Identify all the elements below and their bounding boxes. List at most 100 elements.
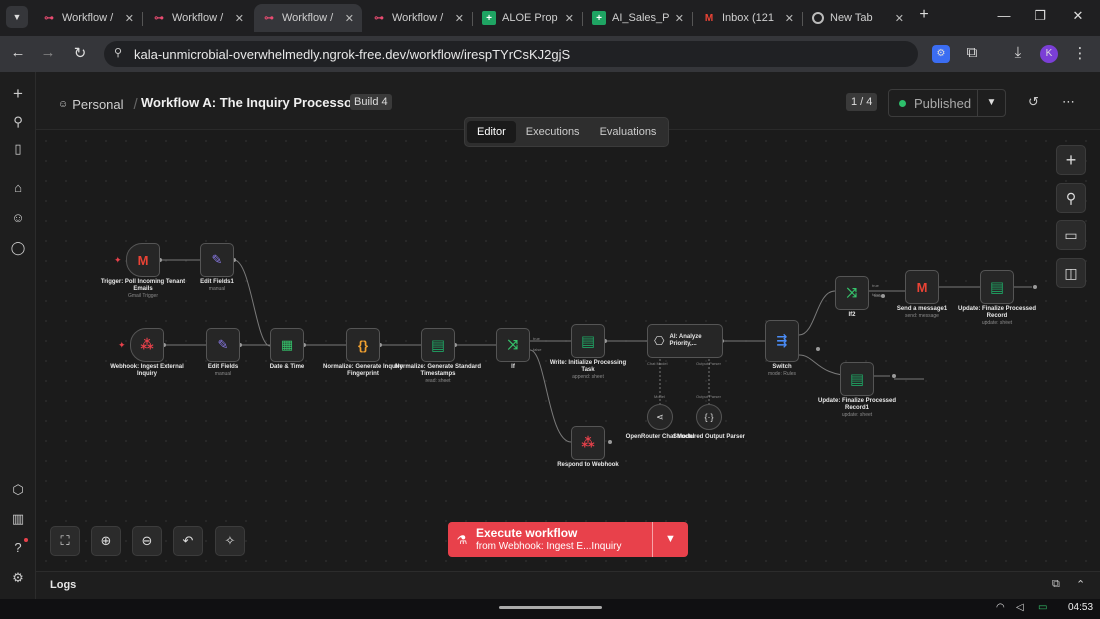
browser-tab-4[interactable]: ⊶ Workflow / ✕ [364, 4, 472, 32]
zoom-in-button[interactable]: ⊕ [91, 526, 121, 556]
breadcrumb[interactable]: ☺ Personal / [58, 96, 138, 113]
node-if[interactable]: ⤨ [496, 328, 530, 362]
side-panel-button[interactable]: ◫ [1056, 258, 1086, 288]
minimize-icon[interactable]: — [994, 8, 1014, 23]
new-tab-icon[interactable]: + [914, 6, 934, 24]
breadcrumb-project[interactable]: Personal [72, 97, 123, 112]
logs-panel-bar[interactable]: Logs ⧉ ⌃ [36, 571, 1100, 599]
close-icon[interactable]: ✕ [785, 12, 794, 25]
node-normalize-timestamps[interactable]: ▤ [421, 328, 455, 362]
fit-view-button[interactable]: ⛶ [50, 526, 80, 556]
port-label-false: false [533, 347, 542, 352]
home-handle[interactable] [499, 606, 602, 609]
browser-tab-2[interactable]: ⊶ Workflow / ✕ [144, 4, 252, 32]
node-webhook[interactable]: ⁂ [130, 328, 164, 362]
more-options-icon[interactable]: ⋯ [1062, 94, 1075, 110]
node-subtitle: read: sheet [425, 378, 451, 384]
add-icon[interactable]: + [8, 84, 28, 104]
node-respond-webhook[interactable]: ⁂ [571, 426, 605, 460]
settings-gear-icon[interactable]: ⚙ [8, 568, 28, 588]
node-update-finalize1[interactable]: ▤ [840, 362, 874, 396]
download-icon[interactable]: ⤓ [1008, 44, 1028, 61]
search-icon[interactable]: ⚲ [8, 112, 28, 132]
address-bar[interactable]: ⚲ kala-unmicrobial-overwhelmedly.ngrok-f… [104, 41, 918, 67]
extensions-puzzle-icon[interactable]: ⧉ [962, 44, 982, 61]
battery-icon: ▭ [1038, 602, 1048, 613]
close-icon[interactable]: ✕ [675, 12, 684, 25]
site-info-icon[interactable]: ⚲ [114, 46, 122, 59]
undo-button[interactable]: ↶ [173, 526, 203, 556]
close-icon[interactable]: ✕ [235, 12, 244, 25]
packages-icon[interactable]: ⬡ [8, 480, 28, 500]
browser-tab-1[interactable]: ⊶ Workflow / ✕ [34, 4, 142, 32]
tab-separator [692, 12, 693, 26]
chevron-down-icon[interactable]: ▼ [652, 522, 688, 557]
history-icon[interactable]: ↺ [1028, 94, 1039, 110]
workflow-title[interactable]: Workflow A: The Inquiry Processor [141, 95, 357, 110]
node-date-time[interactable]: ▦ [270, 328, 304, 362]
node-normalize-fingerprint[interactable]: {} [346, 328, 380, 362]
tidy-up-button[interactable]: ✧ [215, 526, 245, 556]
code-braces-icon: {} [357, 337, 369, 353]
insights-chart-icon[interactable]: ▥ [8, 509, 28, 529]
node-edit-fields1[interactable]: ✎ [200, 243, 234, 277]
wifi-icon: ◠ [996, 602, 1005, 613]
node-ai-analyze[interactable]: ⎔ AI: Analyze Priority,... [647, 324, 723, 358]
workflow-canvas[interactable]: Editor Executions Evaluations ✦ ✦ M Trig… [36, 117, 1100, 571]
webhook-icon: ⁂ [581, 435, 595, 450]
sticky-note-button[interactable]: ▭ [1056, 220, 1086, 250]
panel-toggle-icon[interactable]: ▯ [8, 139, 28, 159]
n8n-icon: ⊶ [154, 12, 164, 24]
execute-workflow-button[interactable]: ⚗ Execute workflow from Webhook: Ingest … [448, 522, 688, 557]
browser-tab-7[interactable]: M Inbox (121 ✕ [694, 4, 802, 32]
node-output-parser[interactable]: {·} [696, 404, 722, 430]
node-if2[interactable]: ⤨ [835, 276, 869, 310]
tab-label: Workflow / [282, 12, 334, 24]
forward-icon[interactable]: → [38, 44, 58, 61]
extension-icon[interactable]: ⚙ [932, 45, 950, 63]
publish-button[interactable]: Published ▼ [888, 89, 1006, 117]
chat-icon[interactable]: ◯ [8, 238, 28, 258]
close-icon[interactable]: ✕ [345, 12, 354, 25]
user-icon[interactable]: ☺ [8, 208, 28, 228]
reload-icon[interactable]: ↻ [70, 44, 90, 62]
sheets-icon: ▤ [989, 279, 1005, 296]
profile-avatar[interactable]: K [1040, 45, 1058, 63]
close-icon[interactable]: ✕ [565, 12, 574, 25]
browser-tab-strip: ▼ ⊶ Workflow / ✕ ⊶ Workflow / ✕ ⊶ Workfl… [0, 0, 1100, 36]
add-node-button[interactable]: + [1056, 145, 1086, 175]
close-icon[interactable]: ✕ [895, 12, 904, 25]
chevron-up-icon[interactable]: ⌃ [1076, 578, 1085, 591]
browser-tab-3-active[interactable]: ⊶ Workflow / ✕ [254, 4, 362, 32]
close-icon[interactable]: ✕ [125, 12, 134, 25]
node-subtitle: update: sheet [841, 412, 873, 418]
tab-label: Workflow / [172, 12, 224, 24]
browser-menu-icon[interactable]: ⋮ [1070, 44, 1090, 62]
node-gmail-trigger[interactable]: M [126, 243, 160, 277]
search-nodes-button[interactable]: ⚲ [1056, 183, 1086, 213]
restore-icon[interactable]: ❐ [1030, 8, 1050, 24]
node-write-task[interactable]: ▤ [571, 324, 605, 358]
robot-icon: ⎔ [654, 334, 665, 348]
zoom-out-button[interactable]: ⊖ [132, 526, 162, 556]
close-icon[interactable]: ✕ [455, 12, 464, 25]
tab-separator [582, 12, 583, 26]
popout-icon[interactable]: ⧉ [1052, 578, 1060, 591]
node-send-message[interactable]: M [905, 270, 939, 304]
browser-tab-6[interactable]: + AI_Sales_P ✕ [584, 4, 692, 32]
publish-label: Published [914, 95, 972, 111]
node-switch[interactable]: ⇶ [765, 320, 799, 362]
braces-icon: {·} [704, 412, 714, 422]
node-edit-fields[interactable]: ✎ [206, 328, 240, 362]
window-close-icon[interactable]: ✕ [1068, 8, 1088, 24]
tab-search-icon[interactable]: ▼ [6, 6, 28, 28]
chevron-down-icon[interactable]: ▼ [977, 90, 1005, 116]
switch-route-icon: ⇶ [776, 333, 788, 348]
node-update-finalize[interactable]: ▤ [980, 270, 1014, 304]
home-icon[interactable]: ⌂ [8, 178, 28, 198]
browser-tab-5[interactable]: + ALOE Prop ✕ [474, 4, 582, 32]
node-connections: ✦ ✦ [114, 255, 1037, 444]
browser-tab-8[interactable]: New Tab ✕ [804, 4, 912, 32]
back-icon[interactable]: ← [8, 44, 28, 61]
node-openrouter-model[interactable]: ⋖ [647, 404, 673, 430]
